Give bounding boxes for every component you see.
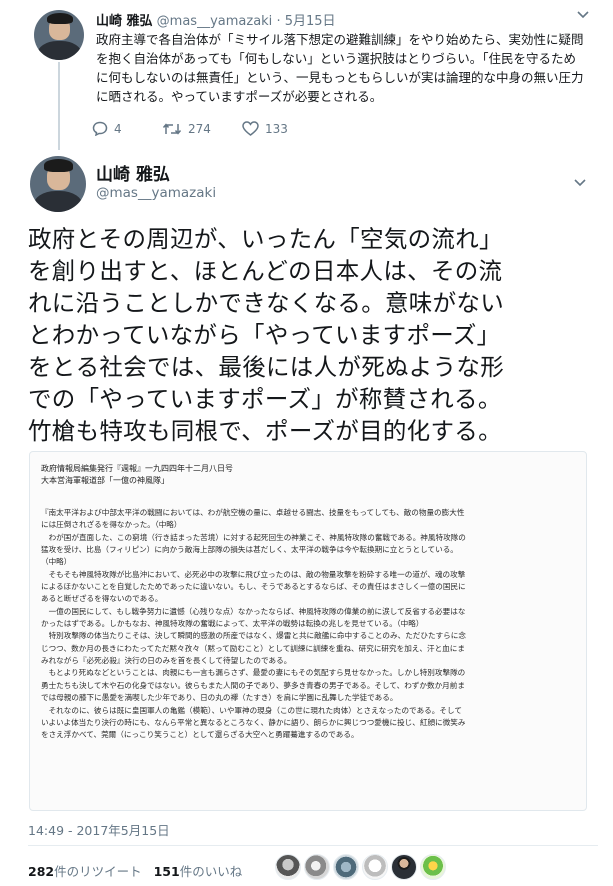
parent-author-name[interactable]: 山崎 雅弘: [96, 14, 153, 29]
heart-icon: [242, 121, 259, 136]
document-title-line: 大本営海軍報道部「一億の神風隊」: [41, 476, 169, 485]
tweet-stats: 282件のリツイート 151件のいいね: [28, 861, 242, 880]
parent-tweet[interactable]: 山崎 雅弘 @mas__yamazaki · 5月15日 政府主導で各自治体が「…: [0, 0, 613, 150]
chevron-down-icon[interactable]: [577, 8, 589, 22]
parent-tweet-date[interactable]: 5月15日: [285, 14, 336, 29]
like-count: 133: [265, 121, 288, 136]
document-line: わが国が直面した、この窮境（行き詰まった苦境）に対する起死回生の神業こそ、神風特…: [41, 532, 466, 542]
retweets-stat[interactable]: 282件のリツイート: [28, 864, 142, 879]
document-header: 政府情報局編集発行『週報』一九四四年十二月八日号 大本営海軍報道部「一億の神風隊…: [41, 463, 233, 487]
document-line: では母親の膝下に愚愛を満喫した少年であり、日の丸の襷（たすき）を肩に学園に乱舞し…: [41, 693, 398, 703]
document-body: 『南太平洋および中部太平洋の戦闘においては、わが航空機の量に、卓越せる闘志、技量…: [41, 507, 575, 742]
retweet-count: 274: [188, 121, 211, 136]
document-line: をさえ浮かべて、莞爾（にっこり笑うこと）として還らざる大空へと勇躍驀進するのであ…: [41, 730, 359, 740]
retweet-button[interactable]: 274: [162, 121, 211, 136]
retweets-label: 件のリツイート: [54, 864, 142, 879]
document-line: によるほかないことを自覚したためであったに違いない。もし、そうであるとするならば…: [41, 582, 466, 592]
footer-divider: [28, 845, 598, 846]
liker-avatar[interactable]: [420, 854, 446, 880]
document-source-line: 政府情報局編集発行『週報』一九四四年十二月八日号: [41, 464, 233, 473]
document-line: いよいよ体当たり決行の時にも、なんら平常と異なるところなく、静かに語り、朗らかに…: [41, 717, 466, 727]
parent-tweet-text: 政府主導で各自治体が「ミサイル落下想定の避難訓練」をやり始めたら、実効性に疑問を…: [96, 32, 584, 104]
document-line: 一億の国民にして、もし戦争努力に遺憾（心残りな点）なかったならば、神風特攻隊の偉…: [41, 606, 466, 616]
parent-tweet-header: 山崎 雅弘 @mas__yamazaki · 5月15日: [96, 10, 336, 29]
liker-avatar[interactable]: [275, 854, 301, 880]
reply-icon: [92, 121, 108, 137]
likes-stat[interactable]: 151件のいいね: [154, 864, 243, 879]
main-tweet-line: を創り出すと、ほとんどの日本人は、その流: [28, 257, 503, 285]
likes-label: 件のいいね: [179, 864, 243, 879]
main-tweet-avatar[interactable]: [30, 156, 86, 212]
retweets-count: 282: [28, 864, 55, 879]
main-tweet-line: 竹槍も特攻も同根で、ポーズが目的化する。: [28, 417, 502, 445]
main-tweet-line: とわかっていながら「やっていますポーズ」: [28, 321, 501, 349]
document-line: 猛攻を受け、比島（フィリピン）に向かう敵海上部隊の損失は甚だしく、太平洋の戦争は…: [41, 545, 458, 555]
liker-avatar[interactable]: [362, 854, 388, 880]
document-line: 『南太平洋および中部太平洋の戦闘においては、わが航空機の量に、卓越せる闘志、技量…: [41, 508, 465, 517]
document-line: じつつ、数か月の長きにわたってただ黙々孜々（黙って励むこと）として訓練に訓練を重…: [41, 643, 465, 653]
liker-avatar[interactable]: [391, 854, 417, 880]
main-tweet-line: れに沿うことしかできなくなる。意味がない: [28, 289, 504, 317]
document-line: それなのに、彼らは既に皇国軍人の亀鑑（模範）、いや軍神の現身（この世に現れた肉体…: [41, 705, 462, 715]
parent-author-handle[interactable]: @mas__yamazaki: [157, 14, 273, 29]
document-line: （中略）: [41, 557, 72, 567]
main-author-name[interactable]: 山崎 雅弘: [96, 160, 170, 185]
reply-count: 4: [114, 121, 122, 136]
document-line: には圧倒されざるを得なかった。（中略）: [41, 520, 182, 530]
document-line: そもそも神風特攻隊が比島沖において、必死必中の攻撃に飛び立ったのは、敵の物量攻撃…: [41, 569, 466, 579]
reply-button[interactable]: 4: [92, 121, 122, 137]
retweet-icon: [162, 122, 182, 135]
parent-tweet-avatar[interactable]: [34, 10, 84, 60]
main-tweet-line: での「やっていますポーズ」が称賛される。: [28, 385, 502, 413]
main-author-handle[interactable]: @mas__yamazaki: [96, 185, 216, 201]
liker-avatar[interactable]: [304, 854, 330, 880]
chevron-down-icon[interactable]: [574, 176, 586, 190]
document-line: かったはずである。しかもなお、神風特攻隊の奮戦によって、太平洋の戦勢は転換の兆し…: [41, 619, 424, 629]
tweet-timestamp[interactable]: 14:49 - 2017年5月15日: [28, 820, 170, 839]
document-line: 勇士たちも決して木や石の化身ではない。彼らもまた人間の子であり、夢多き青春の男子…: [41, 680, 465, 690]
document-line: みれながら『必死必殺』決行の日のみを首を長くして待望したのである。: [41, 656, 292, 666]
header-separator: ·: [276, 14, 281, 29]
document-line: 特別攻撃隊の体当たりこそは、決して瞬間的感激の所産ではなく、爆雷と共に敵艦に命中…: [41, 631, 466, 641]
document-line: もとより死ぬなどということは、肉親にも一言も漏らさず、最愛の妻にもその気配すら見…: [41, 668, 466, 678]
main-tweet-line: をとる社会では、最後には人が死ぬような形: [28, 353, 504, 381]
liker-avatar[interactable]: [333, 854, 359, 880]
main-tweet-text: 政府とその周辺が、いったん「空気の流れ」 を創り出すと、ほとんどの日本人は、その…: [28, 223, 598, 447]
attached-document-image[interactable]: 政府情報局編集発行『週報』一九四四年十二月八日号 大本営海軍報道部「一億の神風隊…: [29, 451, 587, 811]
thread-connector-line: [58, 62, 60, 150]
like-button[interactable]: 133: [242, 121, 288, 136]
likes-count: 151: [153, 864, 180, 879]
main-tweet-line: 政府とその周辺が、いったん「空気の流れ」: [28, 225, 503, 253]
document-line: あると断ぜざるを得ないのである。: [41, 594, 163, 604]
